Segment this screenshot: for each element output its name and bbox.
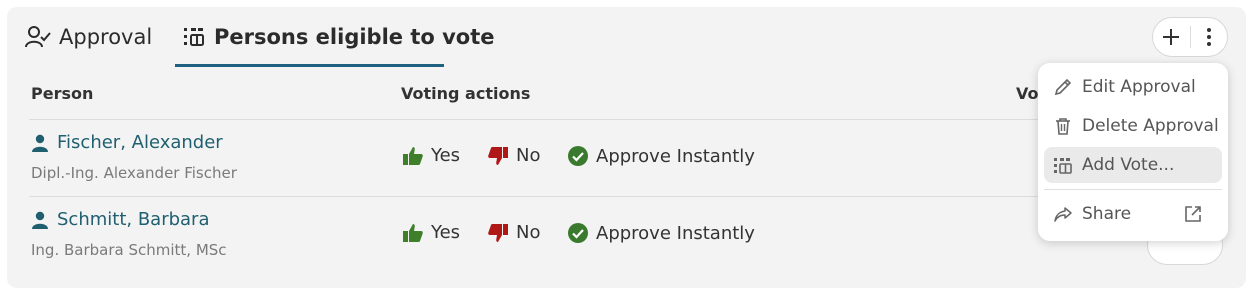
list-grid-icon [1054,158,1072,174]
thumbs-down-icon [488,223,508,242]
person-link[interactable]: Fischer, Alexander [31,132,223,153]
list-grid-icon [184,28,204,46]
vote-no-button[interactable]: No [487,145,540,166]
vote-no-button[interactable]: No [487,222,540,243]
share-icon [1054,207,1072,222]
column-header-person: Person [31,84,94,103]
add-button[interactable] [1153,18,1190,56]
active-tab-indicator [175,64,444,67]
thumbs-up-icon [403,223,423,242]
more-options-button[interactable] [1190,18,1227,56]
approve-instantly-label: Approve Instantly [596,145,755,167]
tab-approval[interactable]: Approval [25,7,152,67]
plus-icon [1163,29,1180,45]
vote-yes-button[interactable]: Yes [402,145,460,166]
menu-item-label: Share [1082,204,1132,224]
tab-persons-eligible[interactable]: Persons eligible to vote [182,7,495,67]
vote-yes-label: Yes [431,145,461,166]
person-title: Dipl.-Ing. Alexander Fischer [31,164,237,182]
tab-persons-label: Persons eligible to vote [214,25,495,49]
menu-item-add-vote[interactable]: Add Vote... [1044,147,1222,183]
person-link[interactable]: Schmitt, Barbara [31,209,210,230]
tab-bar: Approval Persons eligible to vote [7,7,1246,67]
vote-yes-button[interactable]: Yes [402,222,460,243]
options-menu: Edit Approval Delete Approval Add Vote..… [1038,63,1228,241]
person-name: Schmitt, Barbara [57,209,210,230]
thumbs-down-icon [488,146,508,165]
vote-no-label: No [516,222,541,243]
person-check-icon [25,26,51,48]
tab-approval-label: Approval [59,25,153,49]
menu-item-delete-approval[interactable]: Delete Approval [1044,108,1222,144]
person-name: Fischer, Alexander [57,132,223,153]
kebab-icon [1206,28,1211,46]
vote-no-label: No [516,145,541,166]
menu-item-edit-approval[interactable]: Edit Approval [1044,69,1222,105]
menu-item-label: Delete Approval [1082,116,1219,136]
approve-instantly-label: Approve Instantly [596,222,755,244]
tab-actions-group [1152,17,1228,57]
person-icon [32,211,48,229]
approve-instantly-button[interactable]: Approve Instantly [567,222,755,244]
pencil-icon [1054,78,1072,96]
check-circle-icon [568,146,588,166]
trash-icon [1056,118,1070,135]
approve-instantly-button[interactable]: Approve Instantly [567,145,755,167]
column-header-vote: Vo [1016,84,1039,103]
external-link-icon [1185,206,1201,222]
person-icon [32,134,48,152]
vote-yes-label: Yes [431,222,461,243]
check-circle-icon [568,223,588,243]
menu-item-label: Add Vote... [1082,155,1175,175]
menu-divider [1044,189,1222,190]
menu-item-label: Edit Approval [1082,77,1196,97]
column-header-voting-actions: Voting actions [401,84,531,103]
menu-item-share[interactable]: Share [1044,196,1222,232]
thumbs-up-icon [403,146,423,165]
person-title: Ing. Barbara Schmitt, MSc [31,241,227,259]
